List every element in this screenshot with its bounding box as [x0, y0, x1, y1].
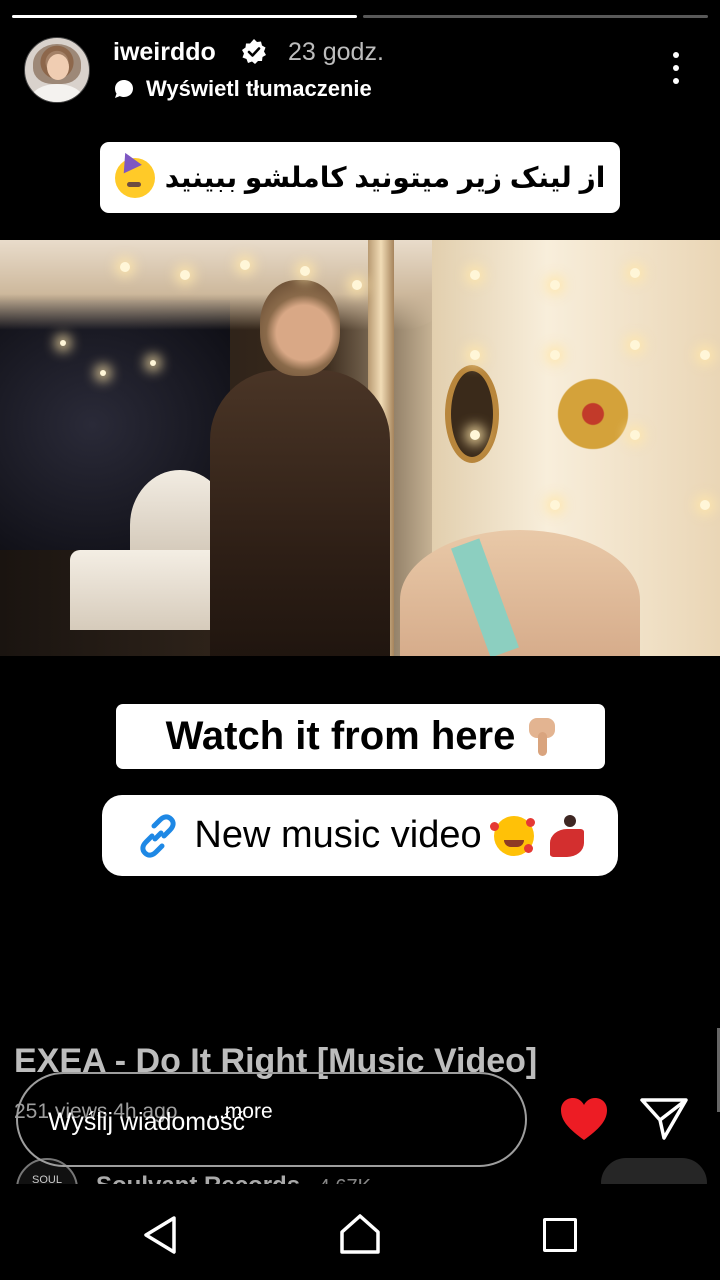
- link-sticker[interactable]: New music video: [102, 795, 618, 876]
- heart-icon[interactable]: [559, 1096, 609, 1142]
- message-placeholder: Wyślij wiadomość: [48, 1108, 246, 1136]
- watch-sticker-text: Watch it from here: [165, 714, 516, 758]
- persian-text-sticker: از لینک زیر میتونید کاملشو ببینید: [100, 142, 620, 213]
- watch-here-sticker: Watch it from here: [116, 704, 605, 769]
- recent-apps-icon[interactable]: [543, 1218, 577, 1252]
- post-time: 23 godz.: [288, 38, 384, 66]
- home-icon[interactable]: [338, 1212, 382, 1256]
- progress-segment-2: [363, 15, 708, 18]
- speech-bubble-icon: [115, 80, 133, 98]
- username[interactable]: iweirddo: [113, 38, 216, 67]
- point-down-emoji-icon: [529, 717, 556, 756]
- smiling-face-with-hearts-emoji-icon: [489, 815, 535, 856]
- message-input[interactable]: Wyślij wiadomość: [16, 1072, 527, 1167]
- send-icon[interactable]: [638, 1096, 690, 1142]
- dancer-emoji-icon: [546, 814, 586, 857]
- translate-label: Wyświetl tłumaczenie: [146, 76, 372, 101]
- translate-link[interactable]: Wyświetl tłumaczenie: [113, 76, 372, 102]
- persian-sticker-text: از لینک زیر میتونید کاملشو ببینید: [164, 162, 606, 193]
- partying-face-emoji-icon: [114, 157, 155, 198]
- more-options-icon[interactable]: [672, 52, 680, 84]
- verified-badge-icon: [242, 39, 266, 64]
- progress-segment-1: [12, 15, 357, 18]
- story-photo: [0, 240, 720, 656]
- story-progress: [12, 15, 708, 18]
- avatar[interactable]: [24, 37, 90, 103]
- link-sticker-text: New music video: [194, 814, 482, 856]
- back-triangle-icon[interactable]: [140, 1214, 180, 1256]
- link-icon: [140, 813, 177, 858]
